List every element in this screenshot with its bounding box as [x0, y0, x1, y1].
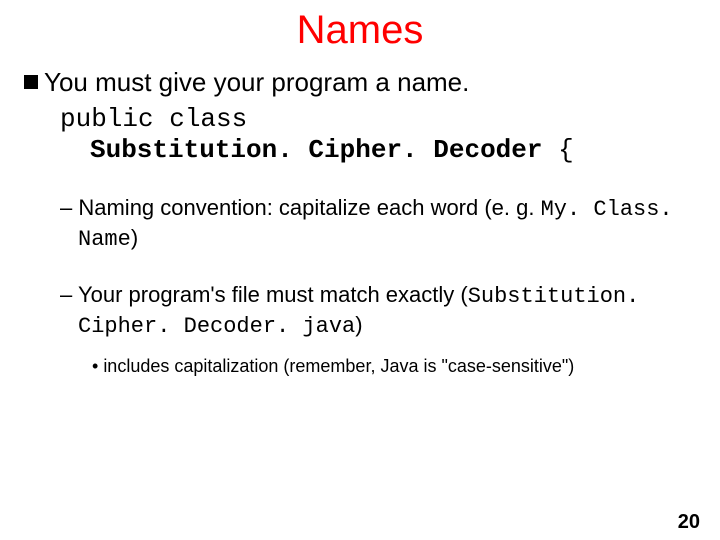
page-number: 20: [678, 511, 700, 534]
sub-bullet-naming: – Naming convention: capitalize each wor…: [60, 194, 690, 253]
dot-icon: •: [92, 356, 103, 376]
sub1-text-b: ): [131, 225, 138, 250]
code-brace: {: [542, 135, 573, 165]
sub2-text-b: ): [355, 312, 362, 337]
dash-icon: –: [60, 195, 78, 220]
main-bullet: You must give your program a name.: [24, 67, 696, 98]
sub-bullet-file: – Your program's file must match exactly…: [60, 281, 690, 340]
code-line-1: public class: [60, 104, 690, 135]
slide-title: Names: [0, 8, 720, 53]
sub2b-text: includes capitalization (remember, Java …: [103, 356, 574, 376]
sub2-bullet-case: • includes capitalization (remember, Jav…: [92, 356, 690, 377]
slide: Names You must give your program a name.…: [0, 8, 720, 540]
dash-icon: –: [60, 282, 78, 307]
main-bullet-text: You must give your program a name.: [44, 67, 469, 98]
sub1-text-a: Naming convention: capitalize each word …: [78, 195, 540, 220]
code-block: public class Substitution. Cipher. Decod…: [60, 104, 690, 166]
code-line-2: Substitution. Cipher. Decoder {: [60, 135, 690, 166]
code-classname: Substitution. Cipher. Decoder: [90, 135, 542, 165]
bullet-square-icon: [24, 75, 38, 89]
sub2-text-a: Your program's file must match exactly (: [78, 282, 468, 307]
